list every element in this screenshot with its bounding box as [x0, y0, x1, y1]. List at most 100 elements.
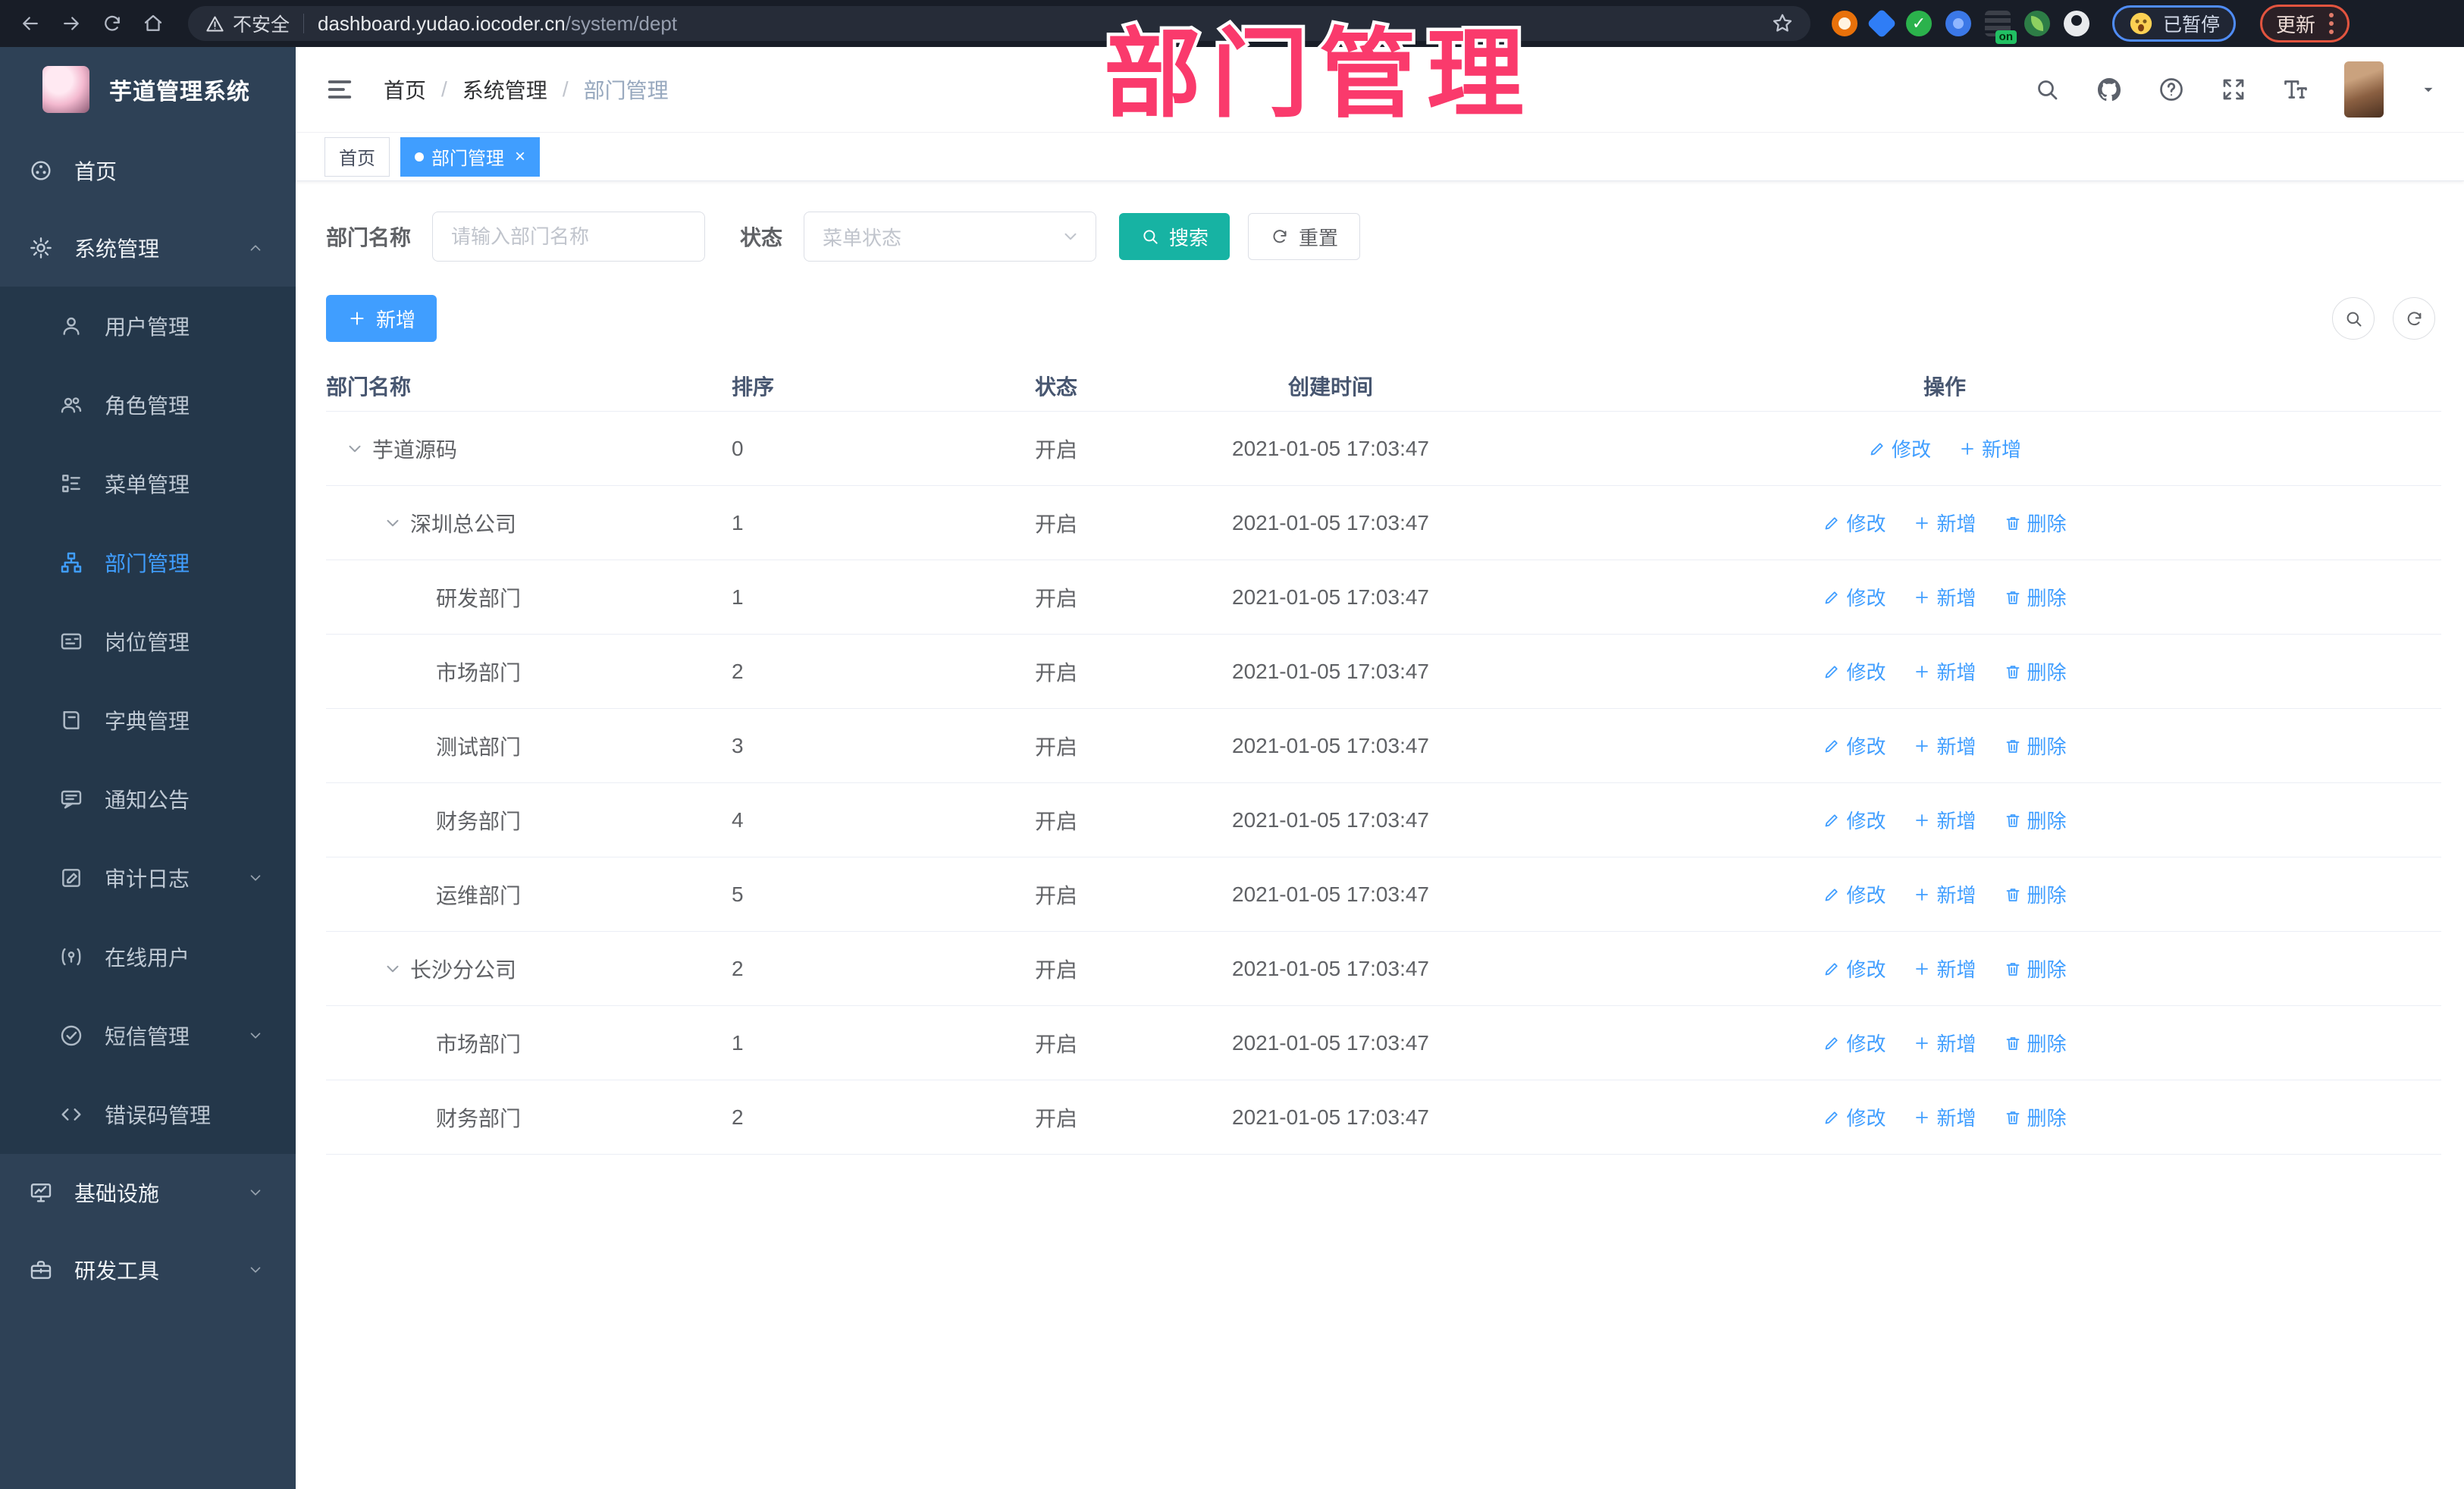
edit-icon	[1823, 663, 1841, 681]
edit-action[interactable]: 修改	[1823, 955, 1886, 983]
drop-extension-icon[interactable]	[1867, 8, 1897, 39]
tag-1[interactable]: 部门管理 ×	[400, 136, 541, 177]
browser-reload-button[interactable]	[96, 7, 129, 40]
refresh-table-button[interactable]	[2393, 297, 2435, 340]
delete-action[interactable]: 删除	[2004, 1029, 2067, 1057]
browser-forward-button[interactable]	[55, 7, 88, 40]
silhouette-extension-icon[interactable]	[2064, 11, 2089, 36]
adblock-icon[interactable]	[1832, 11, 1857, 36]
delete-action[interactable]: 删除	[2004, 955, 2067, 983]
search-button-icon	[1140, 227, 1160, 246]
edit-action[interactable]: 修改	[1823, 880, 1886, 908]
actions-cell: 修改 新增 删除	[1448, 955, 2441, 983]
tag-0[interactable]: 首页	[324, 136, 390, 177]
bookmark-star-icon[interactable]	[1771, 12, 1794, 35]
security-warning-icon[interactable]	[205, 14, 225, 34]
text-size-icon[interactable]	[2282, 76, 2309, 103]
sidebar-item-3[interactable]: 角色管理	[0, 365, 296, 444]
add-action[interactable]: 新增	[1913, 509, 1977, 537]
sidebar-item-6[interactable]: 岗位管理	[0, 602, 296, 681]
edit-action[interactable]: 修改	[1823, 1029, 1886, 1057]
edit-action[interactable]: 修改	[1823, 583, 1886, 611]
profile-paused-badge[interactable]: 已暂停	[2112, 5, 2237, 42]
delete-action[interactable]: 删除	[2004, 509, 2067, 537]
puzzle-extension-icon[interactable]	[1945, 11, 1971, 36]
add-action[interactable]: 新增	[1913, 732, 1977, 760]
edit-action[interactable]: 修改	[1868, 434, 1931, 462]
add-action[interactable]: 新增	[1913, 583, 1977, 611]
edit-action[interactable]: 修改	[1823, 509, 1886, 537]
sidebar-item-label: 字典管理	[105, 710, 190, 733]
delete-action[interactable]: 删除	[2004, 657, 2067, 685]
breadcrumb-item-0[interactable]: 首页	[384, 74, 426, 105]
add-action[interactable]: 新增	[1913, 880, 1977, 908]
toggle-search-button[interactable]	[2332, 297, 2375, 340]
switch-on-extension-icon[interactable]: on	[1985, 11, 2017, 44]
leaf-extension-icon[interactable]	[2024, 11, 2050, 36]
add-action[interactable]: 新增	[1913, 657, 1977, 685]
delete-action[interactable]: 删除	[2004, 583, 2067, 611]
sidebar-item-1[interactable]: 系统管理	[0, 209, 296, 287]
status-select[interactable]: 菜单状态	[804, 212, 1097, 262]
home-browser-icon	[142, 12, 165, 35]
delete-action[interactable]: 删除	[2004, 732, 2067, 760]
sidebar-item-13[interactable]: 基础设施	[0, 1154, 296, 1231]
sidebar-item-11[interactable]: 短信管理	[0, 996, 296, 1075]
tag-label: 部门管理	[431, 149, 504, 169]
sidebar-item-4[interactable]: 菜单管理	[0, 444, 296, 523]
plus-icon	[1913, 514, 1931, 532]
add-action[interactable]: 新增	[1913, 955, 1977, 983]
sidebar-item-2[interactable]: 用户管理	[0, 287, 296, 365]
dept-name: 财务部门	[436, 1106, 522, 1130]
search-icon[interactable]	[2033, 76, 2061, 103]
breadcrumb-item-1[interactable]: 系统管理	[462, 74, 547, 105]
address-bar[interactable]: 不安全 dashboard.yudao.iocoder.cn/system/de…	[188, 6, 1810, 41]
hamburger-icon[interactable]	[324, 74, 355, 105]
trash-icon	[2004, 588, 2022, 607]
expand-arrow-icon[interactable]	[345, 439, 365, 459]
app-logo[interactable]: 芋道管理系统	[0, 47, 296, 132]
delete-action[interactable]: 删除	[2004, 880, 2067, 908]
sidebar-item-8[interactable]: 通知公告	[0, 760, 296, 839]
security-label[interactable]: 不安全	[233, 10, 290, 37]
sidebar-item-14[interactable]: 研发工具	[0, 1231, 296, 1309]
check-extension-icon[interactable]: ✓	[1906, 11, 1932, 36]
dept-name: 长沙分公司	[410, 958, 517, 982]
fullscreen-icon[interactable]	[2220, 76, 2247, 103]
add-action[interactable]: 新增	[1958, 434, 2021, 462]
delete-action[interactable]: 删除	[2004, 806, 2067, 834]
dept-name-input[interactable]	[432, 212, 706, 262]
browser-menu-icon[interactable]	[2329, 13, 2334, 34]
add-action[interactable]: 新增	[1913, 1103, 1977, 1131]
search-button[interactable]: 搜索	[1119, 213, 1230, 260]
sidebar-item-12[interactable]: 错误码管理	[0, 1075, 296, 1154]
sidebar-item-5[interactable]: 部门管理	[0, 523, 296, 602]
sidebar-item-9[interactable]: 审计日志	[0, 839, 296, 917]
close-icon[interactable]: ×	[515, 147, 525, 166]
add-action[interactable]: 新增	[1913, 1029, 1977, 1057]
sidebar-item-0[interactable]: 首页	[0, 132, 296, 209]
breadcrumb-item-2: 部门管理	[583, 79, 669, 102]
add-action[interactable]: 新增	[1913, 806, 1977, 834]
sidebar-item-7[interactable]: 字典管理	[0, 681, 296, 760]
browser-home-button[interactable]	[136, 7, 170, 40]
user-avatar[interactable]	[2344, 61, 2384, 118]
table-header: 部门名称 排序 状态 创建时间 操作	[326, 360, 2441, 412]
browser-back-button[interactable]	[14, 7, 47, 40]
reset-button[interactable]: 重置	[1248, 213, 1361, 260]
filter-form: 部门名称 状态 菜单状态 搜索 重置	[326, 212, 2441, 262]
sidebar-item-10[interactable]: 在线用户	[0, 917, 296, 996]
edit-action[interactable]: 修改	[1823, 1103, 1886, 1131]
edit-action[interactable]: 修改	[1823, 806, 1886, 834]
expand-arrow-icon[interactable]	[383, 959, 403, 979]
help-icon[interactable]	[2158, 76, 2185, 103]
edit-action[interactable]: 修改	[1823, 732, 1886, 760]
add-button[interactable]: 新增	[326, 295, 437, 342]
browser-update-button[interactable]: 更新	[2260, 5, 2350, 42]
header-actions	[2033, 61, 2438, 118]
delete-action[interactable]: 删除	[2004, 1103, 2067, 1131]
github-icon[interactable]	[2096, 76, 2123, 103]
edit-action[interactable]: 修改	[1823, 657, 1886, 685]
caret-down-icon[interactable]	[2419, 80, 2438, 99]
expand-arrow-icon[interactable]	[383, 513, 403, 533]
